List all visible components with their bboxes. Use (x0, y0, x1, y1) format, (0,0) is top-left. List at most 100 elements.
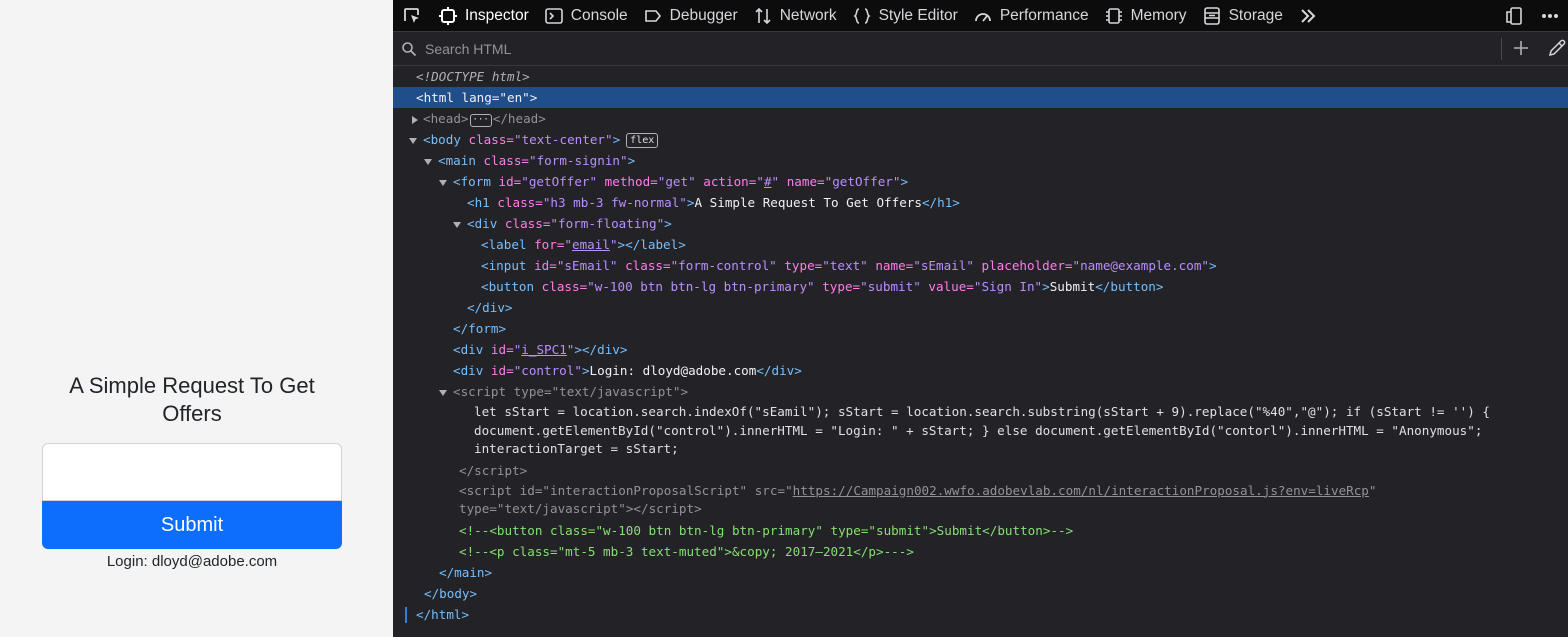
tree-node-h1[interactable]: <h1 class="h3 mb-3 fw-normal">A Simple R… (393, 192, 1568, 213)
tree-node-body[interactable]: <body class="text-center"> flex (393, 129, 1568, 150)
tag-end: > (1208, 258, 1217, 273)
tag-end: ></label> (617, 237, 686, 252)
collapsed-ellipsis[interactable]: ··· (469, 114, 492, 127)
tab-label: Performance (999, 6, 1089, 24)
collapse-toggle[interactable] (424, 158, 432, 165)
tree-node-div-floating[interactable]: <div class="form-floating"> (393, 213, 1568, 234)
tree-node-main-close[interactable]: </main> (393, 562, 1568, 583)
attr-name: name= (867, 258, 914, 273)
tree-node-input[interactable]: <input id="sEmail" class="form-control" … (393, 255, 1568, 276)
attr-name: class= (534, 279, 588, 294)
collapse-toggle[interactable] (439, 389, 447, 396)
tab-performance[interactable]: Performance (966, 0, 1097, 32)
tree-node-head[interactable]: <head> ··· </head> (393, 108, 1568, 129)
tree-node-form-close[interactable]: </form> (393, 318, 1568, 339)
tree-node-div-close[interactable]: </div> (393, 297, 1568, 318)
tag-start: <label (481, 237, 527, 252)
attr-name: type= (814, 279, 861, 294)
tree-node-script[interactable]: <script type="text/javascript"> (393, 381, 1568, 402)
attr-value: "submit" (860, 279, 921, 294)
head-open-tag: <head> (423, 111, 469, 126)
tab-label: Memory (1130, 6, 1187, 24)
tree-node-html[interactable]: <html lang="en"> (393, 87, 1568, 108)
tree-node-script2[interactable]: <script id="interactionProposalScript" s… (393, 481, 1568, 520)
tag-close: </div> (467, 300, 513, 315)
attr-value: "text-center" (514, 132, 613, 147)
double-chevron-right-icon (1299, 7, 1317, 25)
tree-node-div-control[interactable]: <div id="control">Login: dloyd@adobe.com… (393, 360, 1568, 381)
tab-network[interactable]: Network (746, 0, 845, 32)
more-tabs-button[interactable] (1291, 0, 1333, 32)
tag-end: ></script> (625, 501, 702, 516)
attr-name: action= (695, 174, 757, 189)
search-html-input[interactable] (425, 33, 1325, 64)
storage-icon (1203, 6, 1221, 25)
tab-label: Network (779, 6, 837, 24)
tree-node-doctype[interactable]: <!DOCTYPE html> (393, 66, 1568, 87)
tab-storage[interactable]: Storage (1195, 0, 1291, 32)
tag-start: <h1 (467, 195, 490, 210)
tag-start: <div (453, 342, 484, 357)
tab-debugger[interactable]: Debugger (636, 0, 746, 32)
attr-value: "sEmail" (556, 258, 618, 273)
tag-start: <div (453, 363, 484, 378)
eyedropper-button[interactable] (1546, 37, 1568, 59)
responsive-design-button[interactable] (1496, 0, 1532, 32)
tree-node-button[interactable]: <button class="w-100 btn btn-lg btn-prim… (393, 276, 1568, 297)
attr-value: "Sign In" (973, 279, 1043, 294)
attr-name: method= (597, 174, 658, 189)
tree-node-div-spc[interactable]: <div id="i_SPC1"></div> (393, 339, 1568, 360)
email-input[interactable] (42, 443, 342, 501)
attr-name: class= (497, 216, 551, 231)
console-icon (544, 7, 563, 25)
attr-value: "text/javascript" (551, 384, 681, 399)
tree-node-body-close[interactable]: </body> (393, 583, 1568, 604)
add-node-button[interactable] (1510, 37, 1532, 59)
script-src-link[interactable]: https://Campaign002.wwfo.adobevlab.com/n… (793, 483, 1369, 498)
attr-name: src= (747, 482, 786, 498)
attr-value: "interactionProposalScript" (542, 482, 748, 498)
memory-icon (1105, 7, 1123, 25)
attr-name: value= (920, 279, 974, 294)
responsive-design-icon (1506, 7, 1522, 25)
debugger-icon (644, 7, 662, 25)
tab-memory[interactable]: Memory (1097, 0, 1195, 32)
tree-node-label[interactable]: <label for="email"></label> (393, 234, 1568, 255)
tab-label: Storage (1228, 6, 1283, 24)
attr-name: for= (526, 237, 565, 252)
submit-button[interactable]: Submit (42, 501, 342, 549)
action-link[interactable]: # (764, 174, 772, 189)
tab-inspector[interactable]: Inspector (431, 0, 537, 32)
tag-end: ></div> (574, 342, 628, 357)
tree-node-comment[interactable]: <!--<button class="w-100 btn btn-lg btn-… (393, 520, 1568, 541)
attr-value: "#" (756, 174, 780, 189)
tree-node-comment[interactable]: <!--<p class="mt-5 mb-3 text-muted">&cop… (393, 541, 1568, 562)
attr-value: "text/javascript" (496, 501, 626, 516)
tree-node-main[interactable]: <main class="form-signin"> (393, 150, 1568, 171)
tab-console[interactable]: Console (537, 0, 636, 32)
attr-name: type= (506, 384, 552, 399)
tree-node-form[interactable]: <form id="getOffer" method="get" action=… (393, 171, 1568, 192)
tab-style-editor[interactable]: Style Editor (845, 0, 966, 32)
h1-text: A Simple Request To Get Offers (694, 195, 922, 210)
label-for-link[interactable]: email (572, 237, 610, 252)
tag-start: <div (467, 216, 498, 231)
collapse-toggle[interactable] (409, 137, 417, 144)
element-picker-button[interactable] (393, 0, 431, 32)
tree-node-html-close[interactable]: </html> (393, 604, 1568, 625)
more-options-button[interactable] (1532, 0, 1568, 32)
script-code[interactable]: let sStart = location.search.indexOf("sE… (393, 402, 1568, 460)
collapse-toggle[interactable] (439, 179, 447, 186)
collapse-toggle[interactable] (453, 221, 461, 228)
expand-toggle[interactable] (412, 115, 418, 124)
attr-value: "form-floating" (550, 216, 665, 231)
page-heading: A Simple Request To Get Offers (69, 373, 315, 426)
tree-node-script-close[interactable]: </script> (393, 460, 1568, 481)
attr-value: "control" (513, 363, 582, 378)
flex-badge[interactable]: flex (626, 133, 659, 148)
control-text: Login: dloyd@adobe.com (589, 363, 757, 378)
tag-close: </form> (453, 321, 507, 336)
login-text: Login: dloyd@adobe.com (106, 553, 278, 570)
attr-name: id= (490, 174, 522, 189)
spc-id-link[interactable]: i_SPC1 (521, 342, 567, 357)
